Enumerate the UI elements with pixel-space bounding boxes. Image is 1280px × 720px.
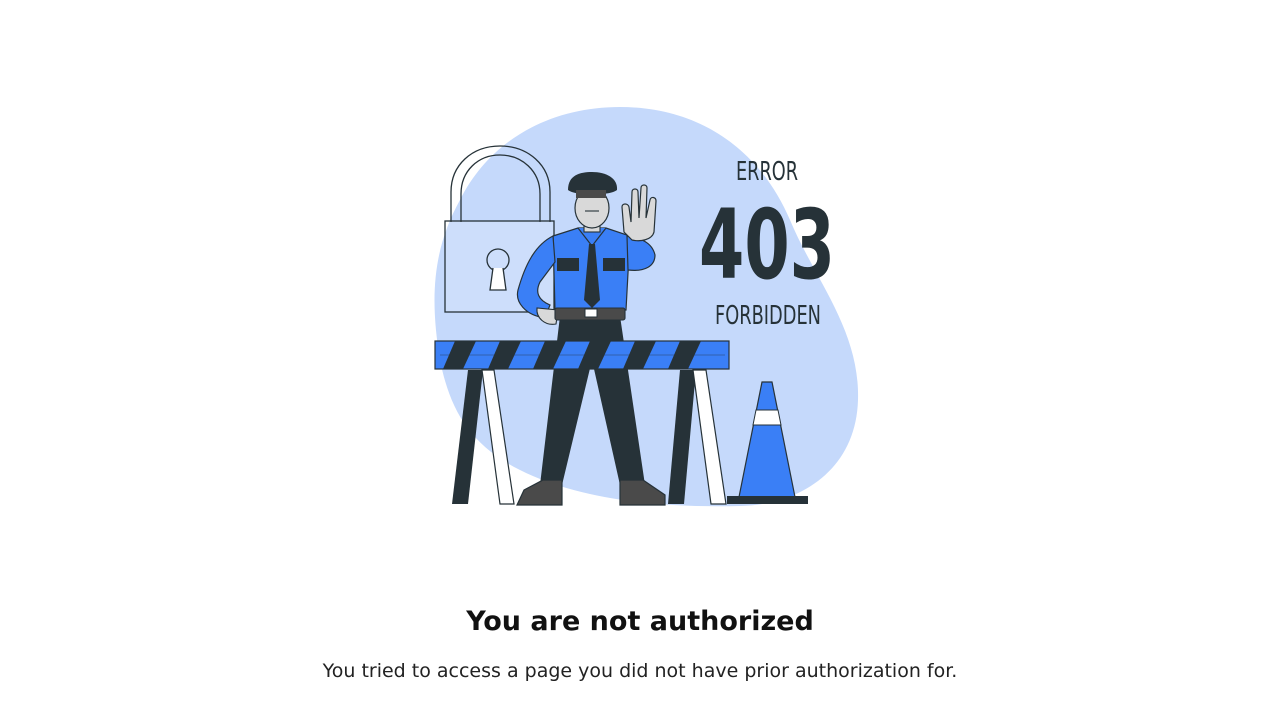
page-title: You are not authorized [466,606,814,637]
error-status: FORBIDDEN [715,301,821,331]
forbidden-illustration: ERROR 403 FORBIDDEN [434,107,859,507]
error-page: ERROR 403 FORBIDDEN You are not authoriz… [0,0,1280,720]
error-label: ERROR [736,157,798,187]
error-code: 403 [699,189,835,301]
error-message: You tried to access a page you did not h… [322,660,958,682]
